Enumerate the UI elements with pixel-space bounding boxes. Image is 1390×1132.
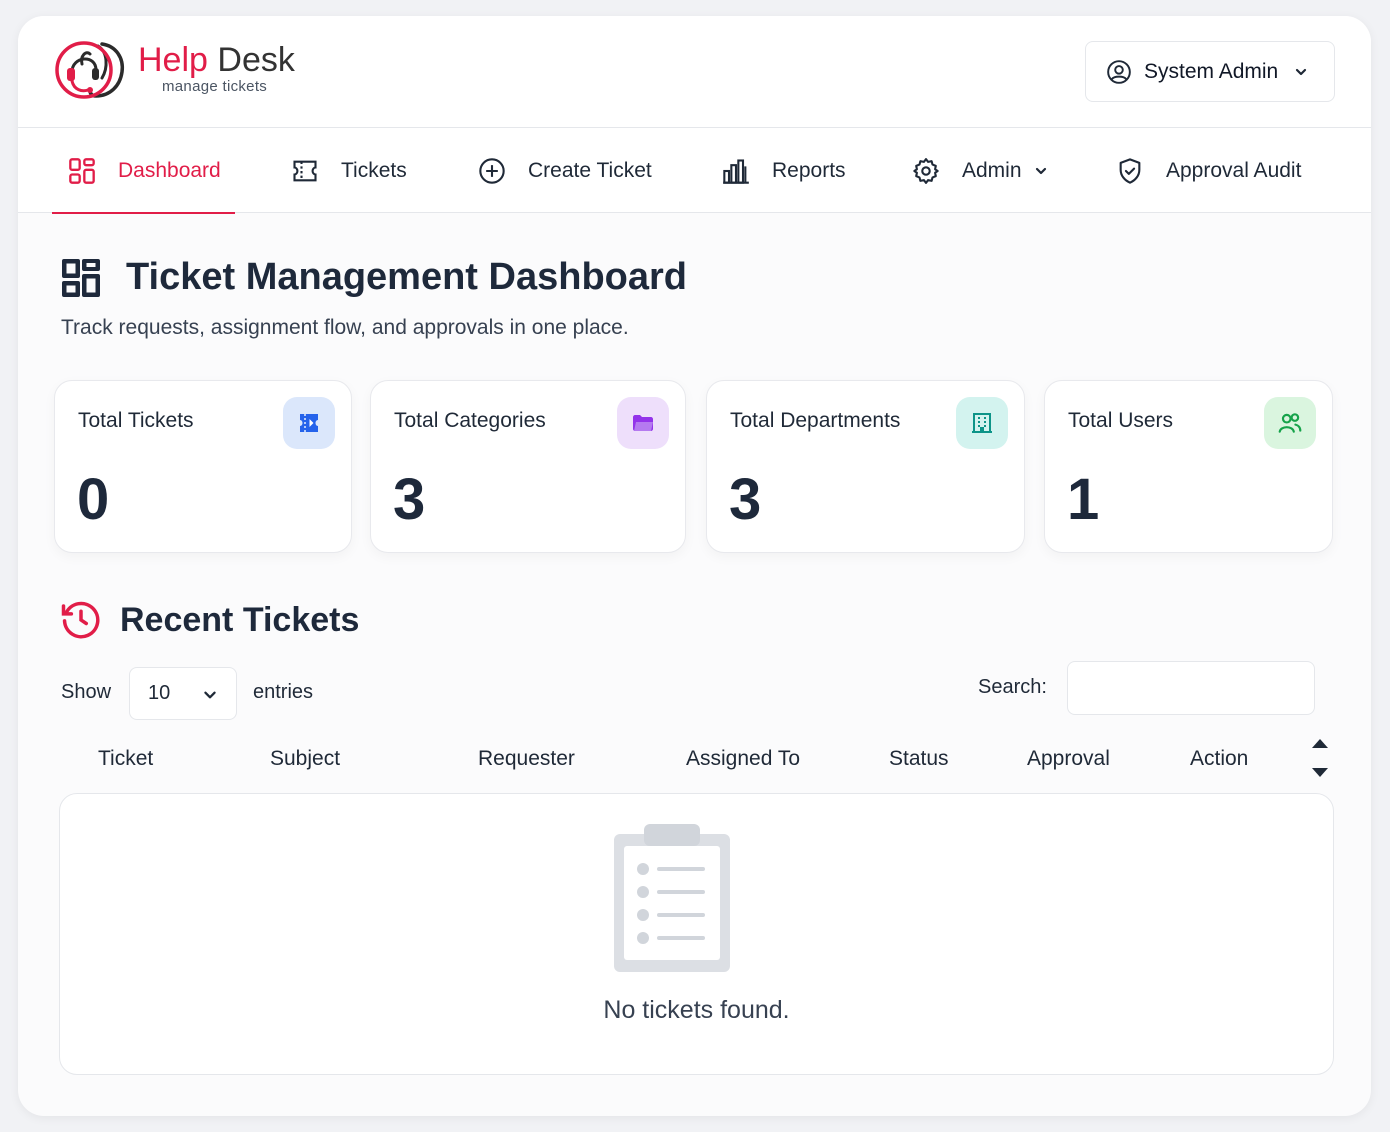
- plus-circle-icon: [479, 157, 505, 184]
- column-header-assigned-to[interactable]: Assigned To: [686, 747, 800, 771]
- app-window: Help Desk manage tickets System Admin Da…: [18, 16, 1371, 1116]
- shield-check-icon: [1119, 157, 1141, 184]
- chevron-down-icon: [1035, 167, 1046, 174]
- logo[interactable]: Help Desk manage tickets: [52, 38, 295, 102]
- column-header-requester[interactable]: Requester: [478, 747, 575, 771]
- app-title: Help Desk: [138, 42, 295, 78]
- page-title: Ticket Management Dashboard: [62, 256, 687, 299]
- search-label: Search:: [978, 676, 1047, 698]
- users-icon: [1278, 413, 1302, 433]
- stat-icon-box: [617, 397, 669, 449]
- column-header-ticket[interactable]: Ticket: [98, 747, 153, 771]
- recent-tickets-title-text: Recent Tickets: [120, 600, 360, 639]
- stat-icon-box: [956, 397, 1008, 449]
- page-title-text: Ticket Management Dashboard: [126, 256, 688, 298]
- tickets-table-body: No tickets found.: [59, 793, 1334, 1075]
- stat-label: Total Categories: [394, 409, 546, 432]
- nav-tickets[interactable]: Tickets: [291, 128, 407, 213]
- clipboard-empty-icon: [614, 824, 730, 972]
- nav-admin-label: Admin: [962, 158, 1022, 182]
- dashboard-icon: [69, 157, 95, 184]
- app-subtitle: manage tickets: [162, 78, 268, 95]
- bar-chart-icon: [723, 158, 749, 184]
- column-header-action[interactable]: Action: [1190, 747, 1248, 771]
- ticket-icon: [293, 160, 317, 181]
- column-header-subject[interactable]: Subject: [270, 747, 340, 771]
- page-size-select[interactable]: 10: [129, 667, 237, 720]
- nav-create-ticket-label: Create Ticket: [528, 158, 652, 182]
- ticket-icon: [300, 414, 318, 432]
- column-header-approval[interactable]: Approval: [1027, 747, 1110, 771]
- column-header-status[interactable]: Status: [889, 747, 949, 771]
- chevron-down-icon: [1296, 68, 1307, 75]
- sort-arrows-icon[interactable]: [1310, 736, 1330, 782]
- stat-value: 1: [1067, 467, 1100, 532]
- stat-value: 3: [393, 467, 426, 532]
- nav-dashboard-label: Dashboard: [118, 158, 221, 182]
- stat-value: 3: [729, 467, 762, 532]
- user-menu-button[interactable]: System Admin: [1085, 41, 1335, 102]
- stat-icon-box: [283, 397, 335, 449]
- app-title-part2: Desk: [217, 41, 295, 79]
- stat-card-total-users: Total Users 1: [1044, 380, 1333, 553]
- stat-card-total-departments: Total Departments 3: [706, 380, 1025, 553]
- show-label: Show: [61, 681, 112, 703]
- stat-label: Total Users: [1068, 409, 1174, 432]
- clock-icon: [61, 601, 100, 639]
- empty-state-message: No tickets found.: [603, 996, 790, 1024]
- headset-logo-icon: [55, 41, 125, 99]
- folder-icon: [633, 415, 653, 431]
- chevron-down-icon: [204, 691, 216, 699]
- stat-card-total-categories: Total Categories 3: [370, 380, 686, 553]
- stat-value: 0: [77, 467, 110, 532]
- entries-label: entries: [253, 681, 314, 703]
- dashboard-icon: [62, 258, 100, 297]
- nav-create-ticket[interactable]: Create Ticket: [478, 128, 652, 213]
- nav-approval-audit[interactable]: Approval Audit: [1116, 128, 1301, 213]
- page-size-value: 10: [148, 682, 171, 704]
- stat-card-total-tickets: Total Tickets 0: [54, 380, 352, 553]
- page-subtitle: Track requests, assignment flow, and app…: [61, 316, 629, 339]
- stat-label: Total Tickets: [78, 409, 194, 432]
- app-title-part1: Help: [138, 41, 208, 79]
- main-nav: Dashboard Tickets Create Ticket Reports: [18, 128, 1371, 214]
- gear-icon: [913, 157, 939, 184]
- nav-dashboard[interactable]: Dashboard: [52, 128, 235, 214]
- header: Help Desk manage tickets System Admin: [18, 16, 1371, 128]
- search-input[interactable]: [1067, 661, 1315, 715]
- nav-approval-audit-label: Approval Audit: [1166, 158, 1302, 182]
- user-circle-icon: [1107, 59, 1131, 84]
- recent-tickets-title: Recent Tickets: [60, 599, 359, 641]
- nav-tickets-label: Tickets: [341, 158, 407, 182]
- user-name: System Admin: [1144, 59, 1279, 83]
- nav-reports[interactable]: Reports: [722, 128, 846, 213]
- stat-icon-box: [1264, 397, 1316, 449]
- nav-reports-label: Reports: [772, 158, 846, 182]
- building-icon: [972, 413, 992, 433]
- stat-label: Total Departments: [730, 409, 901, 432]
- nav-admin[interactable]: Admin: [912, 128, 1048, 213]
